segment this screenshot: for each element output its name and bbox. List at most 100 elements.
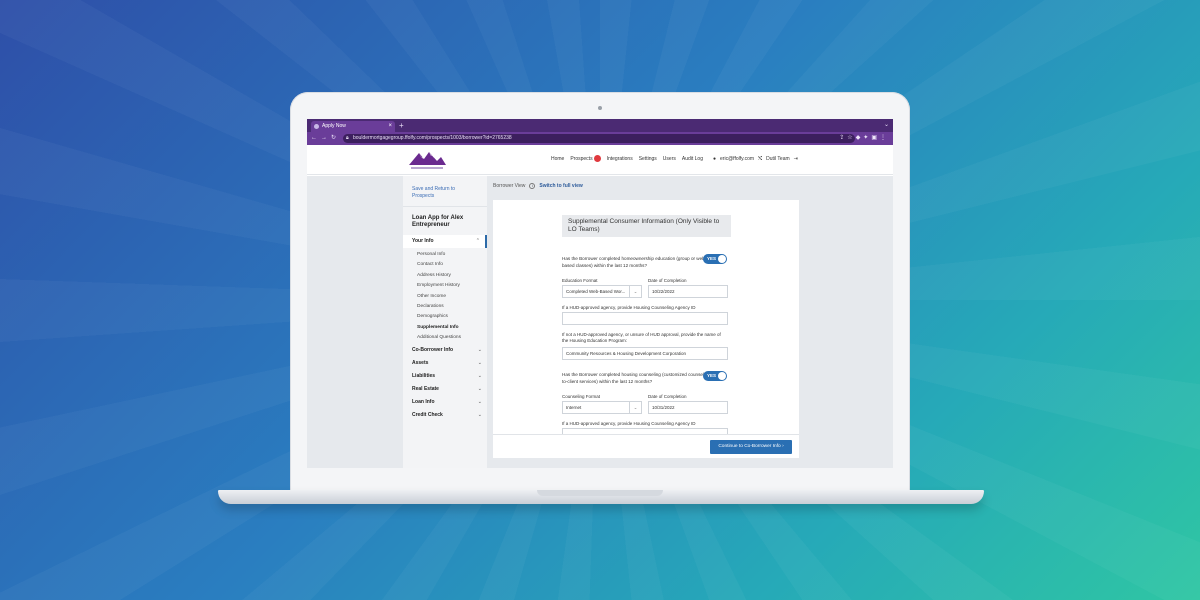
- toggle-label: YES: [707, 256, 717, 261]
- new-tab-button[interactable]: +: [399, 120, 404, 131]
- save-and-return-link[interactable]: Save and Return to Prospects: [403, 176, 487, 207]
- nav-prospects[interactable]: Prospects: [570, 155, 601, 163]
- education-date-field[interactable]: 10/22/2022: [648, 285, 728, 298]
- toggle-knob: [718, 255, 726, 263]
- app-header: Home Prospects Integrations Settings Use…: [307, 145, 893, 175]
- chevron-down-icon: ⌄: [477, 411, 482, 418]
- switch-to-full-view-link[interactable]: Switch to full view: [539, 183, 582, 189]
- laptop-notch: [537, 490, 663, 496]
- view-bar: Borrower View i Switch to full view: [493, 183, 583, 189]
- toggle-knob: [718, 372, 726, 380]
- tab-title: Apply Now: [322, 123, 346, 129]
- sidebar-item-personal-info[interactable]: Personal Info: [403, 250, 487, 260]
- nav-audit-log[interactable]: Audit Log: [682, 155, 703, 163]
- education-format-value: Completed Web-Based Wor...: [566, 289, 626, 294]
- sidebar-section-label: Credit Check: [412, 411, 443, 418]
- sidebar-section-label: Liabilities: [412, 372, 436, 379]
- question-housing-counseling: Has the Borrower completed housing couns…: [562, 372, 710, 384]
- close-tab-icon[interactable]: ×: [388, 121, 392, 132]
- sidebar-section-label: Your Info: [412, 238, 434, 244]
- sidebar-section-label: Co-Borrower Info: [412, 346, 454, 353]
- info-icon[interactable]: i: [529, 183, 536, 189]
- homeownership-education-toggle[interactable]: YES: [703, 254, 727, 264]
- sidebar-item-employment-history[interactable]: Employment History: [403, 281, 487, 291]
- nav-settings[interactable]: Settings: [639, 155, 657, 163]
- tab-search-icon[interactable]: ⌄: [884, 119, 889, 132]
- form-title: Supplemental Consumer Information (Only …: [562, 215, 731, 237]
- sidebar-section-your-info[interactable]: Your Info ⌃: [403, 235, 487, 248]
- browser-tab-bar: Apply Now × + ⌄: [307, 119, 893, 132]
- sidebar-section-credit-check[interactable]: Credit Check ⌄: [403, 409, 487, 422]
- user-area: ● eric@ffolfy.com ⤭ Dutil Team ⇥: [713, 155, 798, 163]
- loan-app-title: Loan App for Alex Entrepreneur: [412, 215, 464, 228]
- sidebar: Save and Return to Prospects Loan App fo…: [403, 176, 487, 468]
- education-program-label: If not a HUD-approved agency, or unsure …: [562, 332, 721, 343]
- nav-prospects-label: Prospects: [570, 156, 593, 162]
- your-info-subitems: Personal Info Contact Info Address Histo…: [403, 248, 487, 344]
- browser-toolbar: ← → ↻ 🔒︎ bouldermortgagegroup.ffolfy.com…: [307, 132, 893, 145]
- chevron-down-icon: ⌄: [629, 402, 641, 413]
- browser-extension-icons[interactable]: ⇪☆◆✦▣⋮: [839, 132, 889, 145]
- continue-button[interactable]: Continue to Co-Borrower Info ›: [710, 440, 792, 454]
- user-email[interactable]: eric@ffolfy.com: [720, 155, 754, 163]
- sidebar-item-supplemental-info[interactable]: Supplemental Info: [403, 323, 487, 333]
- team-name[interactable]: Dutil Team: [766, 155, 790, 163]
- counseling-date-field[interactable]: 10/31/2022: [648, 401, 728, 414]
- hud-agency-id-label: If a HUD-approved agency, provide Housin…: [562, 305, 696, 310]
- url-text: bouldermortgagegroup.ffolfy.com/prospect…: [353, 135, 512, 141]
- chevron-down-icon: ⌄: [477, 359, 482, 366]
- sidebar-section-label: Real Estate: [412, 385, 439, 392]
- reload-icon[interactable]: ↻: [331, 132, 336, 145]
- switch-team-icon[interactable]: ⤭: [758, 155, 762, 163]
- hud-agency-id-label-2: If a HUD-approved agency, provide Housin…: [562, 421, 696, 426]
- counseling-date-label: Date of Completion: [648, 394, 687, 399]
- sidebar-section-assets[interactable]: Assets ⌄: [403, 357, 487, 370]
- address-bar[interactable]: 🔒︎ bouldermortgagegroup.ffolfy.com/prosp…: [343, 134, 855, 143]
- education-program-input[interactable]: Community Resources & Housing Developmen…: [562, 347, 728, 360]
- counseling-format-select[interactable]: Internet ⌄: [562, 401, 642, 414]
- sidebar-item-additional-questions[interactable]: Additional Questions: [403, 333, 487, 343]
- laptop-screen: Apply Now × + ⌄ ← → ↻ 🔒︎ bouldermortgage…: [307, 119, 893, 468]
- chevron-right-icon: ›: [782, 444, 784, 449]
- toggle-label: YES: [707, 373, 717, 378]
- back-icon[interactable]: ←: [311, 132, 317, 145]
- user-icon: ●: [713, 156, 717, 162]
- hud-agency-id-input[interactable]: [562, 312, 728, 325]
- nav-integrations[interactable]: Integrations: [607, 155, 633, 163]
- housing-counseling-toggle[interactable]: YES: [703, 371, 727, 381]
- counseling-format-value: Internet: [566, 405, 582, 410]
- prospects-badge: [593, 155, 601, 163]
- browser-tab[interactable]: Apply Now ×: [311, 121, 395, 132]
- chevron-up-icon: ⌃: [475, 238, 480, 244]
- logout-icon[interactable]: ⇥: [794, 155, 798, 163]
- sidebar-item-address-history[interactable]: Address History: [403, 271, 487, 281]
- sidebar-section-liabilities[interactable]: Liabilities ⌄: [403, 370, 487, 383]
- question-homeownership-education: Has the Borrower completed homeownership…: [562, 256, 707, 268]
- top-navigation: Home Prospects Integrations Settings Use…: [551, 155, 703, 163]
- borrower-view-label: Borrower View: [493, 183, 526, 189]
- sidebar-section-label: Assets: [412, 359, 429, 366]
- sidebar-section-co-borrower[interactable]: Co-Borrower Info ⌄: [403, 344, 487, 357]
- form-footer: Continue to Co-Borrower Info ›: [493, 434, 799, 458]
- nav-home[interactable]: Home: [551, 155, 564, 163]
- form-card: Supplemental Consumer Information (Only …: [493, 200, 799, 434]
- sidebar-item-other-income[interactable]: Other Income: [403, 292, 487, 302]
- forward-icon[interactable]: →: [321, 132, 327, 145]
- sidebar-section-real-estate[interactable]: Real Estate ⌄: [403, 383, 487, 396]
- counseling-format-label: Counseling Format: [562, 394, 601, 399]
- sidebar-section-label: Loan Info: [412, 398, 435, 405]
- sidebar-item-demographics[interactable]: Demographics: [403, 312, 487, 322]
- sidebar-item-contact-info[interactable]: Contact Info: [403, 260, 487, 270]
- nav-users[interactable]: Users: [663, 155, 676, 163]
- company-logo[interactable]: [407, 149, 447, 171]
- education-format-select[interactable]: Completed Web-Based Wor... ⌄: [562, 285, 642, 298]
- education-format-label: Education Format: [562, 278, 598, 283]
- sidebar-section-loan-info[interactable]: Loan Info ⌄: [403, 396, 487, 409]
- sidebar-item-declarations[interactable]: Declarations: [403, 302, 487, 312]
- chevron-down-icon: ⌄: [477, 346, 482, 353]
- continue-button-label: Continue to Co-Borrower Info: [718, 444, 781, 449]
- chevron-down-icon: ⌄: [477, 398, 482, 405]
- tab-favicon-icon: [314, 124, 319, 129]
- chevron-down-icon: ⌄: [477, 385, 482, 392]
- app-body: Save and Return to Prospects Loan App fo…: [307, 176, 893, 468]
